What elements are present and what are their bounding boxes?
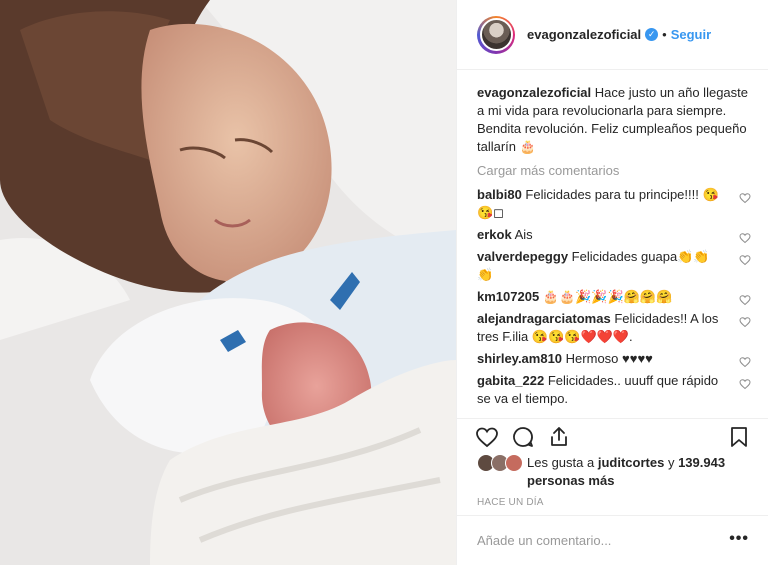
post-side-panel: evagonzalezoficial ✓ • Seguir evagonzale… [456,0,768,565]
likes-suffix: y [667,455,675,470]
likes-summary: Les gusta a juditcortes y 139.943 person… [477,454,757,490]
comment-username[interactable]: alejandragarciatomas [477,311,611,326]
follow-button[interactable]: Seguir [671,27,711,42]
comment-username[interactable]: balbi80 [477,187,522,202]
comment-like-heart-icon[interactable] [739,232,751,244]
comment-username[interactable]: valverdepeggy [477,249,568,264]
comment-text: 🎂🎂🎉🎉🎉🤗🤗🤗 [542,289,673,304]
comment-item: balbi80 Felicidades para tu principe!!!!… [477,186,751,222]
comment-like-heart-icon[interactable] [739,192,751,204]
comment-username[interactable]: km107205 [477,289,539,304]
comment-text: Hermoso ♥♥♥♥ [565,351,653,366]
comment-item: shirley.am810 Hermoso ♥♥♥♥ [477,350,751,368]
comment-item: alejandragarciatomas Felicidades!! A los… [477,310,751,346]
post-actions-bar [457,418,768,454]
bookmark-icon[interactable] [727,425,751,449]
comment-item: erkok Ais [477,226,751,244]
comment-item: gabita_222 Felicidades.. uuuff que rápid… [477,372,751,408]
comment-text: Ais [514,227,533,242]
comment-like-heart-icon[interactable] [739,254,751,266]
liker-avatar[interactable] [505,454,523,472]
comment-like-heart-icon[interactable] [739,378,751,390]
post-caption: evagonzalezoficial Hace justo un año lle… [477,84,751,156]
verified-badge-icon: ✓ [645,28,659,41]
liker-avatars [477,454,523,490]
comments-list: evagonzalezoficial Hace justo un año lle… [477,84,751,412]
caption-username[interactable]: evagonzalezoficial [477,85,591,100]
header-separator: • [662,27,667,42]
comment-username[interactable]: erkok [477,227,512,242]
instagram-post: evagonzalezoficial ✓ • Seguir evagonzale… [0,0,768,565]
comment-bubble-icon[interactable] [511,425,535,449]
comment-item: km107205 🎂🎂🎉🎉🎉🤗🤗🤗 [477,288,751,306]
comment-like-heart-icon[interactable] [739,294,751,306]
post-timestamp[interactable]: HACE UN DÍA [477,497,544,508]
likes-prefix: Les gusta a [527,455,595,470]
add-comment-bar: ••• [457,515,768,565]
likes-text: Les gusta a juditcortes y 139.943 person… [527,454,757,490]
add-comment-input[interactable] [477,533,717,548]
load-more-comments-button[interactable]: Cargar más comentarios [477,162,751,180]
like-heart-icon[interactable] [475,425,499,449]
more-options-button[interactable]: ••• [729,531,749,547]
comment-username[interactable]: gabita_222 [477,373,544,388]
post-header: evagonzalezoficial ✓ • Seguir [457,0,768,70]
avatar-image [479,18,513,51]
avatar[interactable] [477,15,515,54]
comment-like-heart-icon[interactable] [739,356,751,368]
likes-user[interactable]: juditcortes [598,455,664,470]
comment-item: valverdepeggy Felicidades guapa👏👏👏 [477,248,751,284]
share-icon[interactable] [547,425,571,449]
comment-username[interactable]: shirley.am810 [477,351,562,366]
header-username[interactable]: evagonzalezoficial [527,27,641,42]
post-photo[interactable] [0,0,456,565]
newborn-photo-illustration [0,0,456,565]
comment-like-heart-icon[interactable] [739,316,751,328]
